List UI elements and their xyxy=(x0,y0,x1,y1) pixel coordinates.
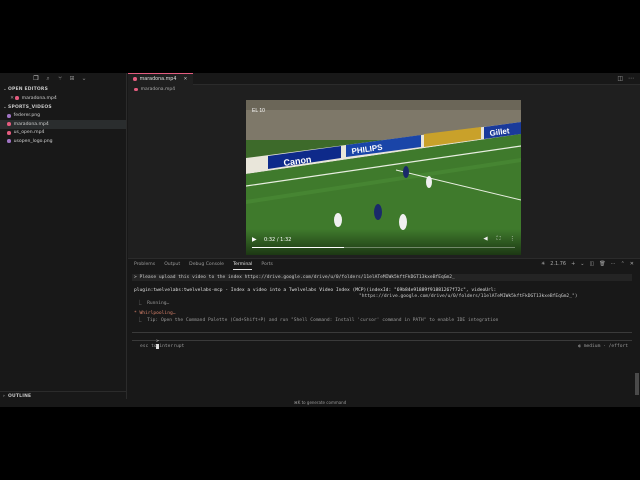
player xyxy=(399,214,407,230)
editor-area: maradona.mp4 ✕ ◫ ⋯ maradona.mp4 Canon PH… xyxy=(128,73,640,258)
tab-debug-console[interactable]: Debug Console xyxy=(189,259,224,270)
folder-header[interactable]: ⌄ SPORTS_VIDEOS xyxy=(0,103,126,112)
video-progress-bar[interactable] xyxy=(252,246,515,248)
open-editors-title: OPEN EDITORS xyxy=(8,87,49,92)
file-item-federer[interactable]: federer.png xyxy=(0,112,126,121)
split-editor-icon[interactable]: ◫ xyxy=(617,75,623,82)
file-label: maradona.mp4 xyxy=(13,121,49,127)
status-hint[interactable]: ⌘K to generate command xyxy=(0,400,640,405)
status-line: * Whirlpooling… xyxy=(134,311,176,316)
video-control-icons: ◀ ⛶ ⋮ xyxy=(483,236,515,243)
terminal-instance-label[interactable]: 2.1.76 xyxy=(550,261,566,267)
editor-tab-bar: maradona.mp4 ✕ ◫ ⋯ xyxy=(128,73,640,85)
video-file-icon xyxy=(7,122,11,127)
tool-call-line: plugin:twelvelabs:twelvelabs-mcp - Index… xyxy=(134,288,497,293)
video-progress-fill xyxy=(252,246,344,248)
chevron-down-icon[interactable]: ⌄ xyxy=(81,76,87,82)
video-player[interactable]: Canon PHILIPS Gillet EL 10 ▶ 0:32 / 1:32… xyxy=(246,100,521,255)
close-icon[interactable]: ✕ xyxy=(182,77,188,82)
player xyxy=(426,176,432,188)
player xyxy=(403,166,409,178)
open-editors-header[interactable]: ⌄ OPEN EDITORS xyxy=(0,85,126,94)
tab-ports[interactable]: Ports xyxy=(261,259,273,270)
image-file-icon xyxy=(7,139,11,144)
hint-right: ◐ medium · /effort xyxy=(578,344,628,349)
tab-maradona[interactable]: maradona.mp4 ✕ xyxy=(128,73,194,85)
tool-call-continuation: "https://drive.google.com/drive/u/0/fold… xyxy=(359,294,578,299)
breadcrumb-label[interactable]: maradona.mp4 xyxy=(141,87,176,92)
terminal[interactable]: > Please upload this video to the index … xyxy=(132,273,634,407)
folder-title: SPORTS_VIDEOS xyxy=(8,104,52,110)
more-actions-icon[interactable]: ⋯ xyxy=(628,75,634,82)
activity-bar: ❐ ⌕ ⑂ ⊞ ⌄ xyxy=(0,73,126,85)
video-file-icon xyxy=(133,77,137,81)
panel-actions: ✳ 2.1.76 + ⌄ ◫ 🗑 ⋯ ⌃ ✕ xyxy=(541,261,634,267)
file-item-us-open[interactable]: us_open.mp4 xyxy=(0,129,126,138)
video-controls: ▶ 0:32 / 1:32 ◀ ⛶ ⋮ xyxy=(246,229,521,255)
fullscreen-icon[interactable]: ⛶ xyxy=(497,236,501,243)
files-icon[interactable]: ❐ xyxy=(33,76,39,82)
hint-left: esc to interrupt xyxy=(140,344,185,349)
outline-title: OUTLINE xyxy=(8,393,32,399)
sidebar: ❐ ⌕ ⑂ ⊞ ⌄ ⌄ OPEN EDITORS ✕ maradona.mp4 … xyxy=(0,73,127,407)
volume-icon[interactable]: ◀ xyxy=(483,236,487,243)
more-options-icon[interactable]: ⋮ xyxy=(510,236,516,243)
chevron-down-icon[interactable]: ⌄ xyxy=(580,261,584,267)
open-editor-item[interactable]: ✕ maradona.mp4 xyxy=(0,94,126,103)
video-time: 0:32 / 1:32 xyxy=(264,237,292,243)
video-file-icon xyxy=(15,96,19,101)
bottom-panel: Problems Output Debug Console Terminal P… xyxy=(128,258,640,407)
file-label: usopen_logo.png xyxy=(13,138,53,144)
add-terminal-icon[interactable]: + xyxy=(571,261,575,267)
ide-window: ❐ ⌕ ⑂ ⊞ ⌄ ⌄ OPEN EDITORS ✕ maradona.mp4 … xyxy=(0,73,640,407)
extensions-icon[interactable]: ⊞ xyxy=(69,76,75,82)
open-editor-label: maradona.mp4 xyxy=(21,95,57,101)
tab-output[interactable]: Output xyxy=(164,259,180,270)
user-message: > Please upload this video to the index … xyxy=(134,275,455,280)
terminal-instance-icon: ✳ xyxy=(540,261,546,267)
file-item-maradona[interactable]: maradona.mp4 xyxy=(0,120,126,129)
video-watermark: EL 10 xyxy=(252,108,265,114)
tab-terminal[interactable]: Terminal xyxy=(232,259,253,270)
maximize-panel-icon[interactable]: ⌃ xyxy=(621,261,625,267)
breadcrumb: maradona.mp4 xyxy=(128,85,640,94)
close-icon[interactable]: ✕ xyxy=(630,261,634,267)
split-terminal-icon[interactable]: ◫ xyxy=(590,261,595,267)
play-icon[interactable]: ▶ xyxy=(252,236,257,243)
file-label: us_open.mp4 xyxy=(13,130,45,136)
tab-problems[interactable]: Problems xyxy=(134,259,155,270)
tip-line: ⎿ Tip: Open the Command Palette (Cmd+Shi… xyxy=(137,318,499,323)
more-actions-icon[interactable]: ⋯ xyxy=(611,261,616,267)
panel-tabs: Problems Output Debug Console Terminal P… xyxy=(128,259,640,270)
search-icon[interactable]: ⌕ xyxy=(45,76,51,82)
player xyxy=(334,213,342,227)
image-file-icon xyxy=(7,113,11,118)
file-label: federer.png xyxy=(13,113,41,119)
source-control-icon[interactable]: ⑂ xyxy=(57,76,63,82)
player xyxy=(374,204,382,220)
file-item-usopen-logo[interactable]: usopen_logo.png xyxy=(0,137,126,146)
status-bar: ⌘K to generate command xyxy=(0,399,640,407)
editor-actions: ◫ ⋯ xyxy=(617,75,634,82)
trash-icon[interactable]: 🗑 xyxy=(599,261,605,267)
running-line: ⎿ Running… xyxy=(137,301,170,306)
prompt-box[interactable] xyxy=(132,332,632,341)
terminal-scrollbar[interactable] xyxy=(635,373,639,395)
video-file-icon xyxy=(134,87,138,92)
tab-label: maradona.mp4 xyxy=(139,76,177,82)
video-file-icon xyxy=(7,130,11,135)
